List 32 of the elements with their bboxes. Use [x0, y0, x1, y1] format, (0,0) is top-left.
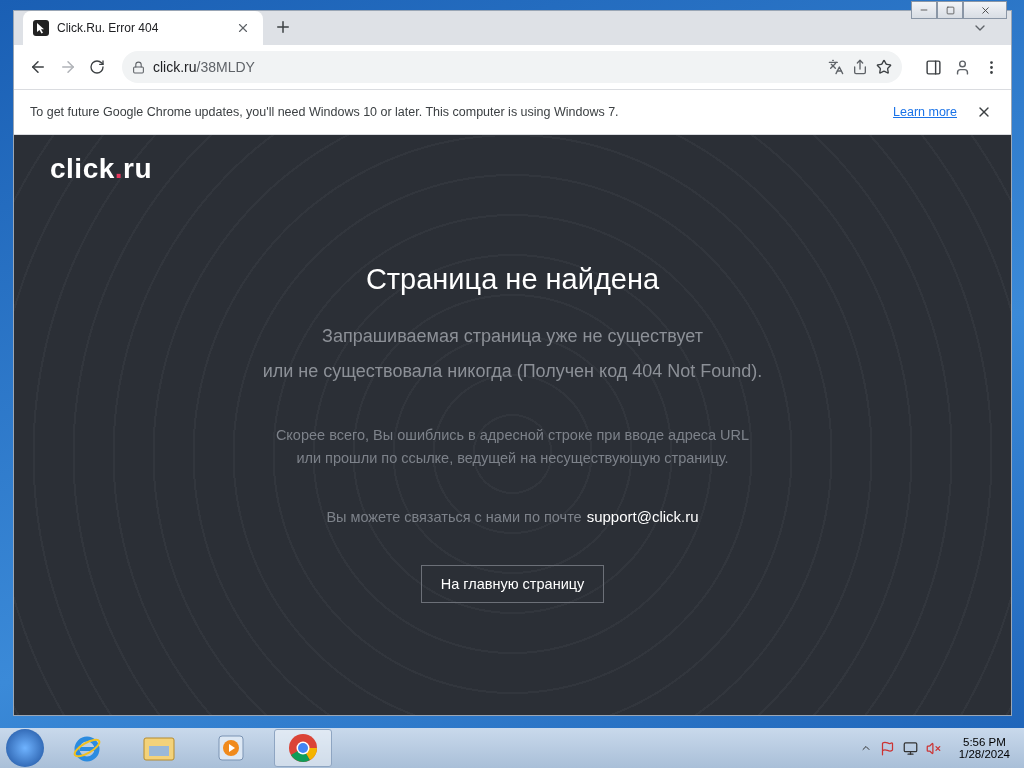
learn-more-link[interactable]: Learn more [893, 105, 957, 119]
muted-speaker-icon[interactable] [925, 740, 941, 756]
address-bar[interactable]: click.ru/38MLDY [122, 51, 902, 83]
start-button[interactable] [6, 729, 44, 767]
hint-text: или прошли по ссылке, ведущей на несуществующую страницу. [296, 449, 729, 468]
play-icon [218, 735, 244, 761]
logo: click.ru [50, 153, 153, 185]
home-page-button[interactable]: На главную страницу [420, 565, 605, 603]
error-description: или не существовала никогда (Получен код 404 Not Found). [262, 361, 763, 382]
hint-text: Скорее всего, Вы ошиблись в адресной строке при вводе адреса URL [275, 426, 750, 445]
cursor-favicon-icon [33, 20, 49, 36]
tab-title: Click.Ru. Error 404 [57, 21, 160, 35]
close-icon [979, 4, 991, 16]
error-description: Запрашиваемая страница уже не существует [322, 326, 703, 347]
lock-icon [132, 60, 145, 74]
maximize-icon [945, 5, 955, 15]
folder-icon [143, 734, 175, 762]
maximize-button[interactable] [937, 1, 963, 19]
contact-text: Вы можете связаться с нами по почте [326, 509, 582, 525]
update-message: To get future Google Chrome updates, you'll need Windows 10 or later. This computer is using Windows 7. [30, 105, 620, 119]
share-icon[interactable] [852, 59, 868, 75]
page-heading: Страница не найдена [365, 263, 660, 296]
flag-icon[interactable] [879, 740, 895, 756]
minimize-button[interactable] [911, 1, 937, 19]
clock[interactable]: 5:56 PM 1/28/2024 [958, 736, 1010, 760]
email-link[interactable]: support@click.ru [586, 508, 699, 525]
browser-tab[interactable]: Click.Ru. Error 404 [23, 11, 263, 45]
translate-icon[interactable] [828, 59, 844, 75]
taskbar-app[interactable] [274, 729, 332, 767]
chrome-icon [288, 733, 318, 763]
close-button[interactable] [963, 1, 1007, 19]
star-icon[interactable] [876, 59, 892, 75]
